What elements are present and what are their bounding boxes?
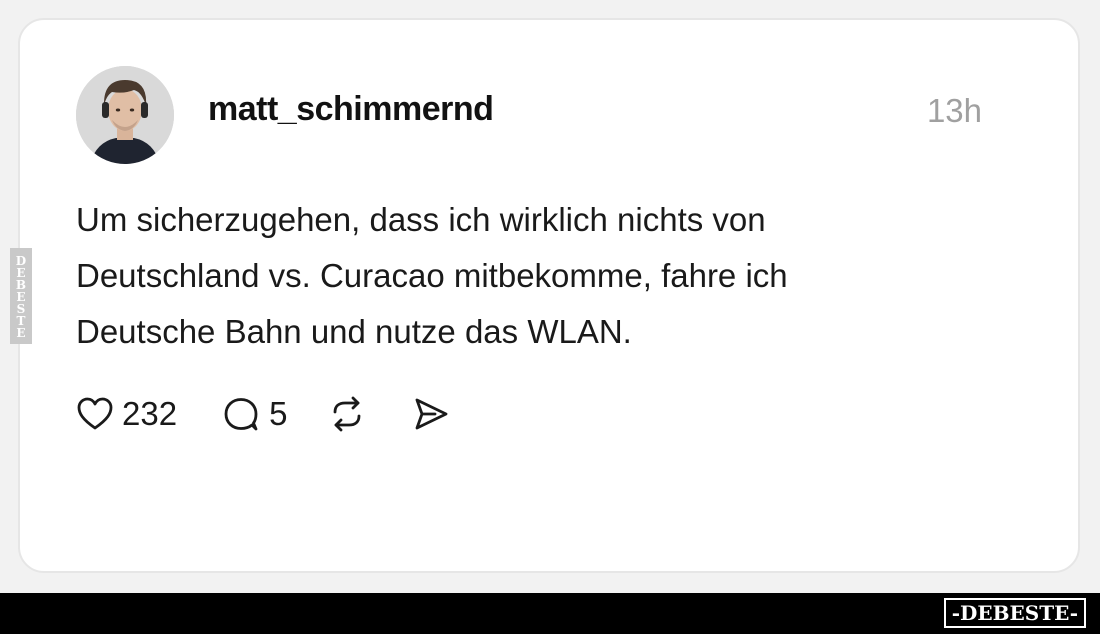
heart-icon <box>76 396 114 432</box>
avatar[interactable] <box>76 66 174 164</box>
post-text: Um sicherzugehen, dass ich wirklich nich… <box>76 192 976 360</box>
post-text-line: Um sicherzugehen, dass ich wirklich nich… <box>76 201 766 238</box>
reply-button[interactable]: 5 <box>221 395 287 433</box>
post-actions: 232 5 <box>76 392 451 436</box>
bottom-bar: -DEBESTE- <box>0 593 1100 634</box>
username[interactable]: matt_schimmernd <box>208 90 494 129</box>
send-icon <box>411 395 451 433</box>
side-watermark: DEBESTE <box>10 248 32 344</box>
post-text-line: Deutsche Bahn und nutze das WLAN. <box>76 313 632 350</box>
post-card: matt_schimmernd 13h Um sicherzugehen, da… <box>18 18 1080 573</box>
repost-icon <box>327 395 367 433</box>
reply-count: 5 <box>269 395 288 432</box>
speech-bubble-icon <box>221 395 261 433</box>
like-count: 232 <box>122 395 178 432</box>
avatar-image <box>76 66 174 164</box>
bottom-watermark: -DEBESTE- <box>943 598 1086 628</box>
like-button[interactable]: 232 <box>76 395 177 433</box>
share-button[interactable] <box>411 395 451 433</box>
repost-button[interactable] <box>327 395 367 433</box>
post-timestamp: 13h <box>926 92 982 129</box>
post-text-line: Deutschland vs. Curacao mitbekomme, fahr… <box>76 257 788 294</box>
